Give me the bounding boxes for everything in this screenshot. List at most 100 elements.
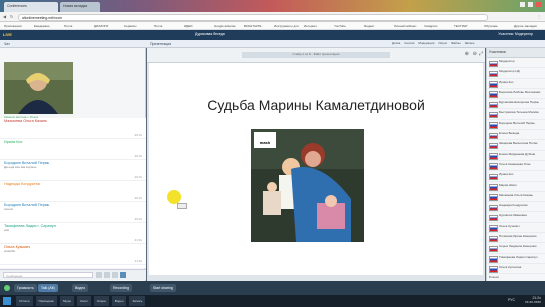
- bookmark-item[interactable]: ДИАЛОГИ: [94, 24, 108, 28]
- flag-icon: [489, 184, 498, 191]
- language-indicator[interactable]: РУС: [508, 298, 515, 302]
- browser-tab-active[interactable]: Conferences: [4, 2, 58, 12]
- participants-header: Участники: [487, 48, 545, 58]
- fit-icon[interactable]: ⤢: [479, 51, 483, 57]
- menu-icon[interactable]: ⋮: [537, 14, 541, 19]
- recording-button[interactable]: Recording: [110, 284, 132, 292]
- taskbar-app[interactable]: Видео: [111, 296, 127, 306]
- reload-icon[interactable]: ↻: [10, 14, 13, 19]
- participant-item[interactable]: Елена Бежеда: [487, 130, 545, 141]
- participant-item[interactable]: Махмоева Ольга Казань: [487, 192, 545, 203]
- bookmark-item[interactable]: Интернет: [304, 24, 317, 28]
- volume-slider[interactable]: Громкость: [14, 284, 37, 292]
- start-icon[interactable]: [3, 297, 11, 305]
- chat-author[interactable]: Ирина Кох: [4, 140, 142, 144]
- bookmark-item[interactable]: Сервисы: [124, 24, 136, 28]
- participant-name: Бородкин Виталий Пермь: [499, 120, 535, 125]
- bookmark-item[interactable]: Яндекс: [364, 24, 374, 28]
- participant-item[interactable]: Ольга Казанцева Улан: [487, 161, 545, 172]
- bookmark-item[interactable]: Обучение: [484, 24, 498, 28]
- settings-icon[interactable]: [112, 272, 118, 278]
- chat-tab[interactable]: Чат: [4, 42, 10, 46]
- back-icon[interactable]: ◀: [3, 14, 6, 19]
- participant-item[interactable]: Борисова Любовь Монтажник: [487, 89, 545, 100]
- chat-author[interactable]: Махмоева Ольга Казань: [4, 119, 142, 123]
- mash-logo: mash: [254, 132, 276, 148]
- participant-item[interactable]: Бурлакова Екатерина Пермь: [487, 99, 545, 110]
- clock[interactable]: 21:2x xx.xx.xxxx: [525, 296, 541, 304]
- slide-info: Слайд 1 из N · Файл презентации: [242, 52, 390, 58]
- toolbar-action-1[interactable]: Сессия: [404, 41, 414, 45]
- bookmark-item[interactable]: YouTube: [334, 24, 346, 28]
- bookmark-item[interactable]: Google adsense: [214, 24, 236, 28]
- toolbar-action-3[interactable]: Опрос: [438, 41, 447, 45]
- participant-item[interactable]: Захарова Валентина Поляк: [487, 140, 545, 151]
- participant-item[interactable]: Ольга Кузьмич: [487, 223, 545, 234]
- participant-item[interactable]: Модератор: [487, 58, 545, 69]
- participants-panel: Участники Модератор Модератор НД Ирина Кох…: [486, 48, 545, 281]
- minimize-icon[interactable]: [520, 2, 525, 7]
- chat-message: Бородкин Виталий Пермь пошло 20:3x: [0, 202, 146, 223]
- taskbar-app[interactable]: Zoom: [77, 296, 91, 306]
- participant-item[interactable]: Ольга Кульпина: [487, 264, 545, 275]
- bookmark-item[interactable]: Инструменты для: [274, 24, 299, 28]
- flag-icon: [489, 225, 498, 232]
- participant-item[interactable]: Полякова Ирина Кемерово: [487, 233, 545, 244]
- participant-item[interactable]: Бородкин Виталий Пермь: [487, 120, 545, 131]
- toolbar-action-4[interactable]: Файлы: [451, 41, 461, 45]
- presentation-tab[interactable]: Презентация: [150, 42, 171, 46]
- participant-item[interactable]: Модератор НД: [487, 68, 545, 79]
- toolbar-action-2[interactable]: Модерация: [418, 41, 434, 45]
- participant-item[interactable]: Серых Людмила Кемерово: [487, 243, 545, 254]
- bookmark-item[interactable]: ТЕСТИНГ: [454, 24, 468, 28]
- participant-item[interactable]: Быстрякова Татьяна Москва: [487, 109, 545, 120]
- bookmark-item[interactable]: Почта: [154, 24, 162, 28]
- browser-tab[interactable]: Новая вкладка: [60, 2, 100, 12]
- taskbar-app[interactable]: Опера: [93, 296, 109, 306]
- start-sharing-button[interactable]: Start sharing: [150, 284, 176, 292]
- participant-name: Махмоева Ольга Казань: [499, 192, 533, 197]
- address-bar: ◀ ↻ allonlinemeeting.net/room ⋮: [0, 12, 545, 22]
- taskbar-app[interactable]: Запись: [129, 296, 146, 306]
- bookmark-item[interactable]: Личный кабинет: [394, 24, 417, 28]
- chat-text: или: [4, 228, 10, 232]
- close-icon[interactable]: [536, 2, 541, 7]
- video-toggle-button[interactable]: Видео: [72, 284, 89, 292]
- zoom-out-icon[interactable]: ⊖: [473, 51, 477, 57]
- participant-item[interactable]: Мария Шило: [487, 182, 545, 192]
- participant-item[interactable]: Ирина Кох: [487, 79, 545, 89]
- zoom-in-icon[interactable]: ⊕: [465, 51, 469, 57]
- bookmark-item[interactable]: Другие закладки: [514, 24, 537, 28]
- taskbar-app[interactable]: Skype: [59, 296, 75, 306]
- talk-button[interactable]: Talk (Alt): [38, 284, 58, 292]
- mic-icon[interactable]: [4, 285, 10, 291]
- participant-item[interactable]: Ирина Кох: [487, 171, 545, 182]
- participant-item[interactable]: Надежда Кондратюк: [487, 202, 545, 213]
- participant-item[interactable]: Елена Мирданова Дубков: [487, 151, 545, 161]
- chat-author[interactable]: Надежда Кондратюк: [4, 182, 142, 186]
- toolbar-actions: Доска Сессия Модерация Опрос Файлы Запись: [392, 41, 475, 45]
- app-logo: LIVE: [3, 32, 12, 37]
- toolbar-action-5[interactable]: Запись: [465, 41, 475, 45]
- participant-item[interactable]: Тимофеева Лидия Сарапул: [487, 254, 545, 264]
- bookmark-item[interactable]: ВКОНТАКТЕ: [244, 24, 262, 28]
- smile-icon[interactable]: [96, 272, 102, 278]
- maximize-icon[interactable]: [528, 2, 533, 7]
- app-toolbar: Чат Презентация Доска Сессия Модерация Опро…: [0, 40, 545, 48]
- bookmark-item[interactable]: Instagram: [424, 24, 437, 28]
- taskbar-app[interactable]: Проводник: [35, 296, 57, 306]
- chat-message: Бородкин Виталий Пермь Да ещё все как хор…: [0, 160, 146, 181]
- participant-item[interactable]: Нурзалия Ивановна: [487, 212, 545, 223]
- bookmark-item[interactable]: Приложения: [4, 24, 22, 28]
- bookmark-item[interactable]: Ежедневно: [34, 24, 50, 28]
- bookmark-item[interactable]: ИДЕИ: [184, 24, 192, 28]
- chat-input[interactable]: Сообщение: [3, 272, 93, 278]
- flag-icon: [489, 163, 498, 170]
- attach-icon[interactable]: [104, 272, 110, 278]
- taskbar-app[interactable]: Chrome: [16, 296, 33, 306]
- send-icon[interactable]: [120, 272, 126, 278]
- bookmark-item[interactable]: Почта: [64, 24, 72, 28]
- url-field[interactable]: allonlinemeeting.net/room: [18, 13, 488, 21]
- chat-time: 20:3x: [134, 196, 142, 200]
- toolbar-action-0[interactable]: Доска: [392, 41, 400, 45]
